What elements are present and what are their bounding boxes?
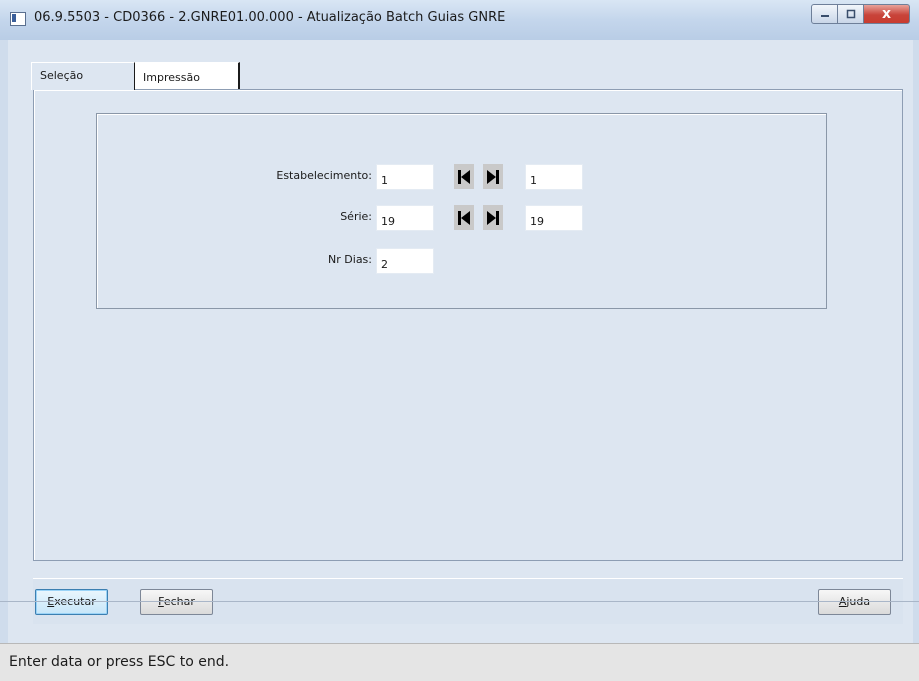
client-area: Seleção Impressão Estabelecimento: Série… (8, 40, 913, 675)
maximize-icon (846, 9, 855, 19)
close-icon: x (881, 6, 892, 22)
status-bar: Enter data or press ESC to end. (0, 643, 919, 681)
title-bar[interactable]: 06.9.5503 - CD0366 - 2.GNRE01.00.000 - A… (0, 0, 919, 40)
tab-impressao-label: Impressão (143, 71, 200, 84)
first-button[interactable] (454, 164, 474, 189)
fechar-button[interactable]: Fechar (140, 589, 213, 615)
serie-from-input[interactable] (376, 205, 434, 231)
status-text: Enter data or press ESC to end. (9, 654, 230, 670)
last-record-icon (487, 169, 499, 184)
serie-label: Série: (340, 210, 372, 223)
minimize-button[interactable] (811, 4, 838, 24)
executar-button[interactable]: Executar (35, 589, 108, 615)
ajuda-button[interactable]: Ajuda (818, 589, 891, 615)
maximize-button[interactable] (838, 4, 864, 24)
last-record-icon (487, 210, 499, 225)
estabelecimento-label: Estabelecimento: (276, 169, 372, 182)
serie-to-input[interactable] (525, 205, 583, 231)
estabelecimento-from-input[interactable] (376, 164, 434, 190)
estabelecimento-to-input[interactable] (525, 164, 583, 190)
minimize-icon (820, 15, 829, 17)
tab-impressao[interactable]: Impressão (135, 62, 240, 89)
first-record-icon (458, 210, 470, 225)
tab-selecao[interactable]: Seleção (31, 62, 135, 90)
selection-group: Estabelecimento: Série: Nr Dia (96, 113, 827, 309)
last-button[interactable] (483, 205, 503, 230)
last-button[interactable] (483, 164, 503, 189)
first-button[interactable] (454, 205, 474, 230)
nr-dias-input[interactable] (376, 248, 434, 274)
app-window: 06.9.5503 - CD0366 - 2.GNRE01.00.000 - A… (0, 0, 919, 681)
tab-panel: Estabelecimento: Série: Nr Dia (33, 89, 903, 561)
divider (0, 601, 919, 602)
close-button[interactable]: x (864, 4, 910, 24)
window-controls: x (811, 4, 910, 26)
nr-dias-label: Nr Dias: (328, 253, 372, 266)
app-icon[interactable] (10, 12, 26, 26)
first-record-icon (458, 169, 470, 184)
window-title: 06.9.5503 - CD0366 - 2.GNRE01.00.000 - A… (34, 10, 506, 25)
tab-selecao-label: Seleção (40, 69, 84, 82)
